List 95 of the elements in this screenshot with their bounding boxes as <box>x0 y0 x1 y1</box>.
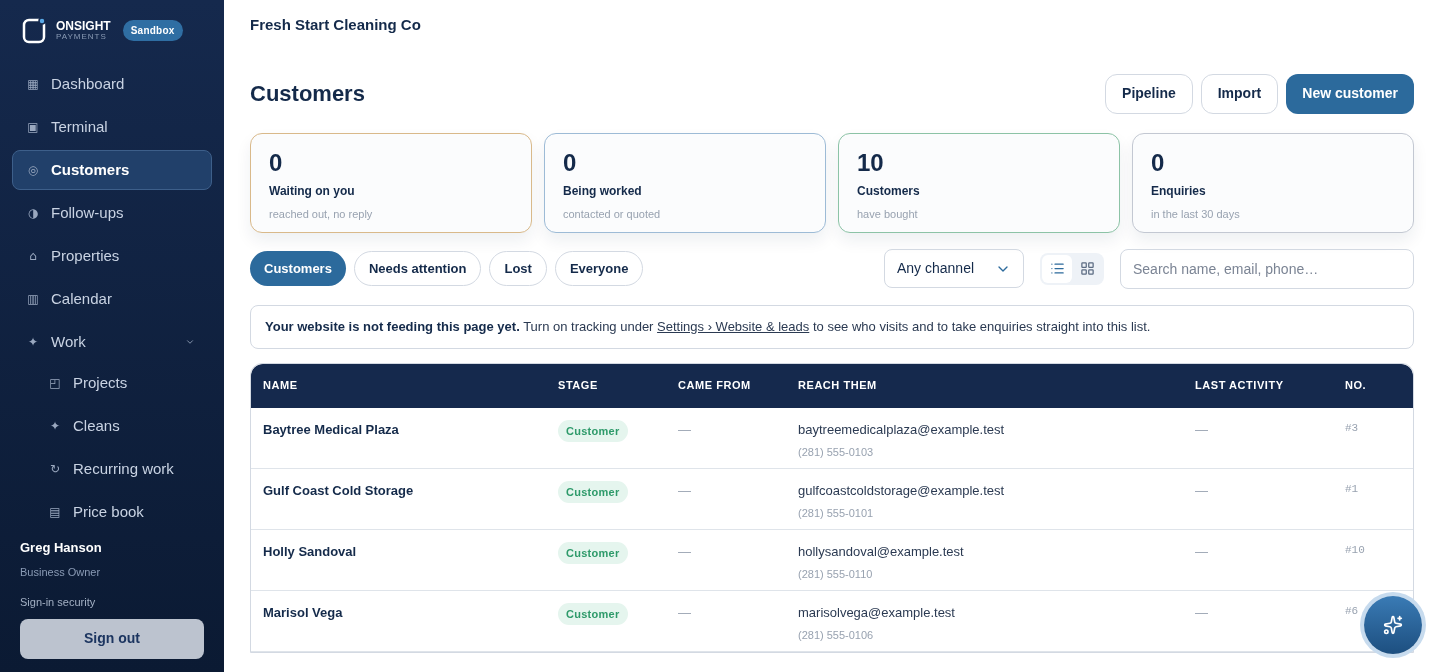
sidebar-item[interactable]: ◰ Projects <box>12 363 212 403</box>
came-from-cell-text: — <box>678 603 692 622</box>
stat-caption: contacted or quoted <box>563 206 662 222</box>
header-button[interactable]: Pipeline <box>1105 73 1193 114</box>
last-activity-cell-text: — <box>1195 603 1209 622</box>
stat-value: 10 <box>857 147 885 178</box>
stat-value: 0 <box>563 147 578 178</box>
notice-text: Your website is not feeding this page yet. Turn on tracking under Settings › Website & leads to see who visits and to take enquiries straight into this list. <box>265 317 1151 336</box>
stat-caption: have bought <box>857 206 919 222</box>
customer-number: #1 <box>1345 481 1360 497</box>
list-view-button[interactable] <box>1042 254 1072 283</box>
header-button[interactable]: New customer <box>1286 73 1414 114</box>
came-from-cell-text: — <box>678 420 692 439</box>
sidebar-item[interactable]: ▦ Dashboard <box>12 64 212 104</box>
stage-badge: Customer <box>558 480 628 503</box>
header-button[interactable]: Import <box>1200 73 1279 114</box>
last-activity-cell-text: — <box>1195 481 1209 500</box>
column-header[interactable]: NAME <box>263 377 558 394</box>
nav-icon: ▦ <box>27 75 39 93</box>
customer-number: #3 <box>1345 420 1360 436</box>
assistant-button[interactable] <box>1364 596 1422 654</box>
stage-badge: Customer <box>558 602 628 625</box>
caret-icon[interactable] <box>185 337 195 347</box>
column-header[interactable]: NO. <box>1345 377 1401 394</box>
column-header[interactable]: STAGE <box>558 377 678 394</box>
nav-icon: ▣ <box>27 118 39 136</box>
user-name: Greg Hanson <box>20 539 103 557</box>
nav-icon: ✦ <box>27 333 39 351</box>
channel-select[interactable]: Any channel <box>884 249 1024 288</box>
customer-name[interactable]: Holly Sandoval <box>263 541 558 561</box>
customer-number: #6 <box>1345 603 1360 619</box>
stat-label: Enquiries <box>1151 182 1207 200</box>
logo-tagline: PAYMENTS <box>56 32 108 41</box>
nav-icon: ▤ <box>49 503 61 521</box>
column-header[interactable]: LAST ACTIVITY <box>1195 377 1345 394</box>
sparkle-icon <box>1383 615 1403 635</box>
came-from-cell-text: — <box>678 481 692 500</box>
nav-icon: ✦ <box>49 417 61 435</box>
column-header[interactable]: REACH THEM <box>798 377 1195 394</box>
phone-text: (281) 555-0106 <box>798 628 875 643</box>
sidebar-item[interactable]: ◑ Follow-ups <box>12 193 212 233</box>
company-name: Fresh Start Cleaning Co <box>250 15 422 35</box>
nav-icon: ◰ <box>49 374 61 392</box>
filter-tab[interactable]: Lost <box>489 251 547 286</box>
logo-text: ONSIGHT <box>56 19 111 32</box>
stat-label: Being worked <box>563 182 643 200</box>
stage-badge: Customer <box>558 541 628 564</box>
nav-icon: ⌂ <box>27 247 39 265</box>
customer-number: #10 <box>1345 542 1366 558</box>
came-from-cell-text: — <box>678 542 692 561</box>
stat-value: 0 <box>269 147 284 178</box>
phone-text: (281) 555-0101 <box>798 506 875 521</box>
sign-out-button[interactable]: Sign out <box>20 618 204 659</box>
nav-icon: ◑ <box>27 204 39 222</box>
sidebar-item[interactable]: ▤ Price book <box>12 492 212 532</box>
email-text: hollysandoval@example.test <box>798 542 965 561</box>
customer-name[interactable]: Baytree Medical Plaza <box>263 419 558 439</box>
sidebar-item[interactable]: ✦ Work <box>12 322 212 362</box>
nav-icon: ▥ <box>27 290 39 308</box>
phone-text: (281) 555-0110 <box>798 567 874 582</box>
stage-badge: Customer <box>558 419 628 442</box>
sidebar-item[interactable]: ◎ Customers <box>12 150 212 190</box>
page-title: Customers <box>250 80 365 108</box>
stat-label: Customers <box>857 182 921 200</box>
sidebar-item[interactable]: ⌂ Properties <box>12 236 212 276</box>
sidebar-item[interactable]: ✦ Cleans <box>12 406 212 446</box>
user-role: Business Owner <box>20 564 102 580</box>
sandbox-badge: Sandbox <box>122 19 183 41</box>
last-activity-cell-text: — <box>1195 542 1209 561</box>
nav-icon: ↻ <box>49 460 61 478</box>
stat-caption: reached out, no reply <box>269 206 374 222</box>
sidebar-item[interactable]: ▣ Terminal <box>12 107 212 147</box>
last-activity-cell-text: — <box>1195 420 1209 439</box>
email-text: gulfcoastcoldstorage@example.test <box>798 481 1006 500</box>
stat-value: 0 <box>1151 147 1166 178</box>
sidebar-item[interactable]: ▥ Calendar <box>12 279 212 319</box>
logo-icon <box>22 16 48 44</box>
grid-icon <box>1079 261 1095 276</box>
list-icon <box>1049 261 1065 276</box>
stat-caption: in the last 30 days <box>1151 206 1241 222</box>
filter-tab[interactable]: Customers <box>250 251 346 286</box>
customer-name[interactable]: Gulf Coast Cold Storage <box>263 480 558 500</box>
email-text: marisolvega@example.test <box>798 603 956 622</box>
sidebar-item[interactable]: ↻ Recurring work <box>12 449 212 489</box>
email-text: baytreemedicalplaza@example.test <box>798 420 1006 439</box>
nav-icon: ◎ <box>27 161 39 179</box>
customer-name[interactable]: Marisol Vega <box>263 602 558 622</box>
filter-tab[interactable]: Everyone <box>554 251 644 286</box>
stat-label: Waiting on you <box>269 182 356 200</box>
phone-text: (281) 555-0103 <box>798 445 875 460</box>
search-field[interactable]: Search name, email, phone… <box>1120 248 1414 289</box>
sign-in-security-link[interactable]: Sign-in security <box>20 594 204 611</box>
settings-link[interactable]: Settings › Website & leads <box>657 318 810 334</box>
filter-tab[interactable]: Needs attention <box>353 251 482 286</box>
column-header[interactable]: CAME FROM <box>678 377 798 394</box>
